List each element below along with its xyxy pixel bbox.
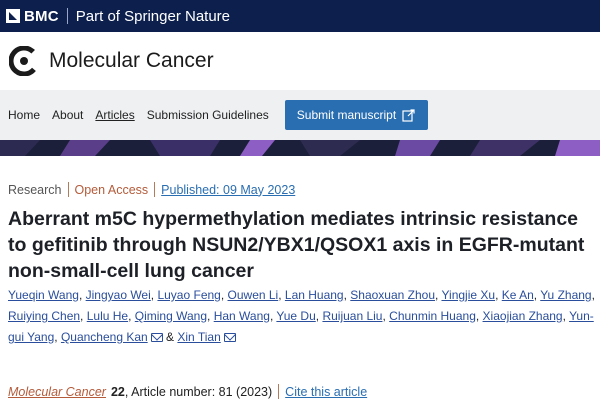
nav-articles[interactable]: Articles xyxy=(95,108,134,122)
header-banner-graphic xyxy=(0,140,600,156)
author-link[interactable]: Xin Tian xyxy=(177,330,220,344)
nav-home[interactable]: Home xyxy=(8,108,40,122)
journal-header: Molecular Cancer xyxy=(0,32,600,91)
publisher-header: BMC Part of Springer Nature xyxy=(0,0,600,32)
author-link[interactable]: Qiming Wang xyxy=(135,309,207,323)
email-icon[interactable] xyxy=(223,333,236,342)
nav-about[interactable]: About xyxy=(52,108,83,122)
author-conjunction: & xyxy=(166,330,175,344)
molecular-cancer-logo-icon[interactable] xyxy=(9,46,39,76)
journal-nav: Home About Articles Submission Guideline… xyxy=(0,90,600,140)
published-date-link[interactable]: Published: 09 May 2023 xyxy=(161,183,295,197)
bmc-wordmark: BMC xyxy=(24,7,59,25)
bmc-logo[interactable]: BMC xyxy=(6,8,59,25)
author-link[interactable]: Ruijuan Liu xyxy=(322,309,382,323)
divider xyxy=(278,384,280,399)
article-title: Aberrant m5C hypermethylation mediates i… xyxy=(8,208,585,282)
divider xyxy=(154,182,156,197)
submit-manuscript-button[interactable]: Submit manuscript xyxy=(284,100,429,130)
author-link[interactable]: Yue Du xyxy=(276,309,315,323)
journal-title[interactable]: Molecular Cancer xyxy=(49,49,214,73)
author-link[interactable]: Jingyao Wei xyxy=(86,288,151,302)
author-link[interactable]: Ke An xyxy=(502,288,534,302)
author-link[interactable]: Ruiying Chen xyxy=(8,309,80,323)
author-link[interactable]: Chunmin Huang xyxy=(389,309,476,323)
nav-submission-guidelines[interactable]: Submission Guidelines xyxy=(147,108,269,122)
author-link[interactable]: Lulu He xyxy=(87,309,128,323)
author-link[interactable]: Xiaojian Zhang xyxy=(483,309,563,323)
divider xyxy=(67,182,69,197)
article-meta: Research Open Access Published: 09 May 2… xyxy=(8,182,295,197)
author-list: Yueqin Wang, Jingyao Wei, Luyao Feng, Ou… xyxy=(8,288,595,344)
citation-line: Molecular Cancer 22 , Article number: 81… xyxy=(8,384,367,399)
author-link[interactable]: Shaoxuan Zhou xyxy=(350,288,435,302)
open-access-badge: Open Access xyxy=(74,182,149,197)
cite-this-article-link[interactable]: Cite this article xyxy=(285,385,367,399)
external-link-icon xyxy=(402,109,415,122)
author-link[interactable]: Yu Zhang xyxy=(540,288,591,302)
citation-volume: 22 xyxy=(110,384,125,399)
author-link[interactable]: Yingjie Xu xyxy=(441,288,495,302)
citation-journal-link[interactable]: Molecular Cancer xyxy=(8,385,106,399)
article-type: Research xyxy=(8,182,62,197)
submit-manuscript-label: Submit manuscript xyxy=(296,108,397,122)
springer-nature-link[interactable]: Part of Springer Nature xyxy=(76,8,230,25)
author-link[interactable]: Han Wang xyxy=(214,309,270,323)
divider xyxy=(66,8,68,24)
email-icon[interactable] xyxy=(150,333,163,342)
author-link[interactable]: Yueqin Wang xyxy=(8,288,79,302)
citation-article-number: , Article number: 81 (2023) xyxy=(124,384,273,399)
author-link[interactable]: Quancheng Kan xyxy=(61,330,148,344)
author-link[interactable]: Lan Huang xyxy=(285,288,344,302)
bmc-logo-icon xyxy=(6,9,20,23)
author-link[interactable]: Luyao Feng xyxy=(157,288,220,302)
author-link[interactable]: Ouwen Li xyxy=(228,288,279,302)
